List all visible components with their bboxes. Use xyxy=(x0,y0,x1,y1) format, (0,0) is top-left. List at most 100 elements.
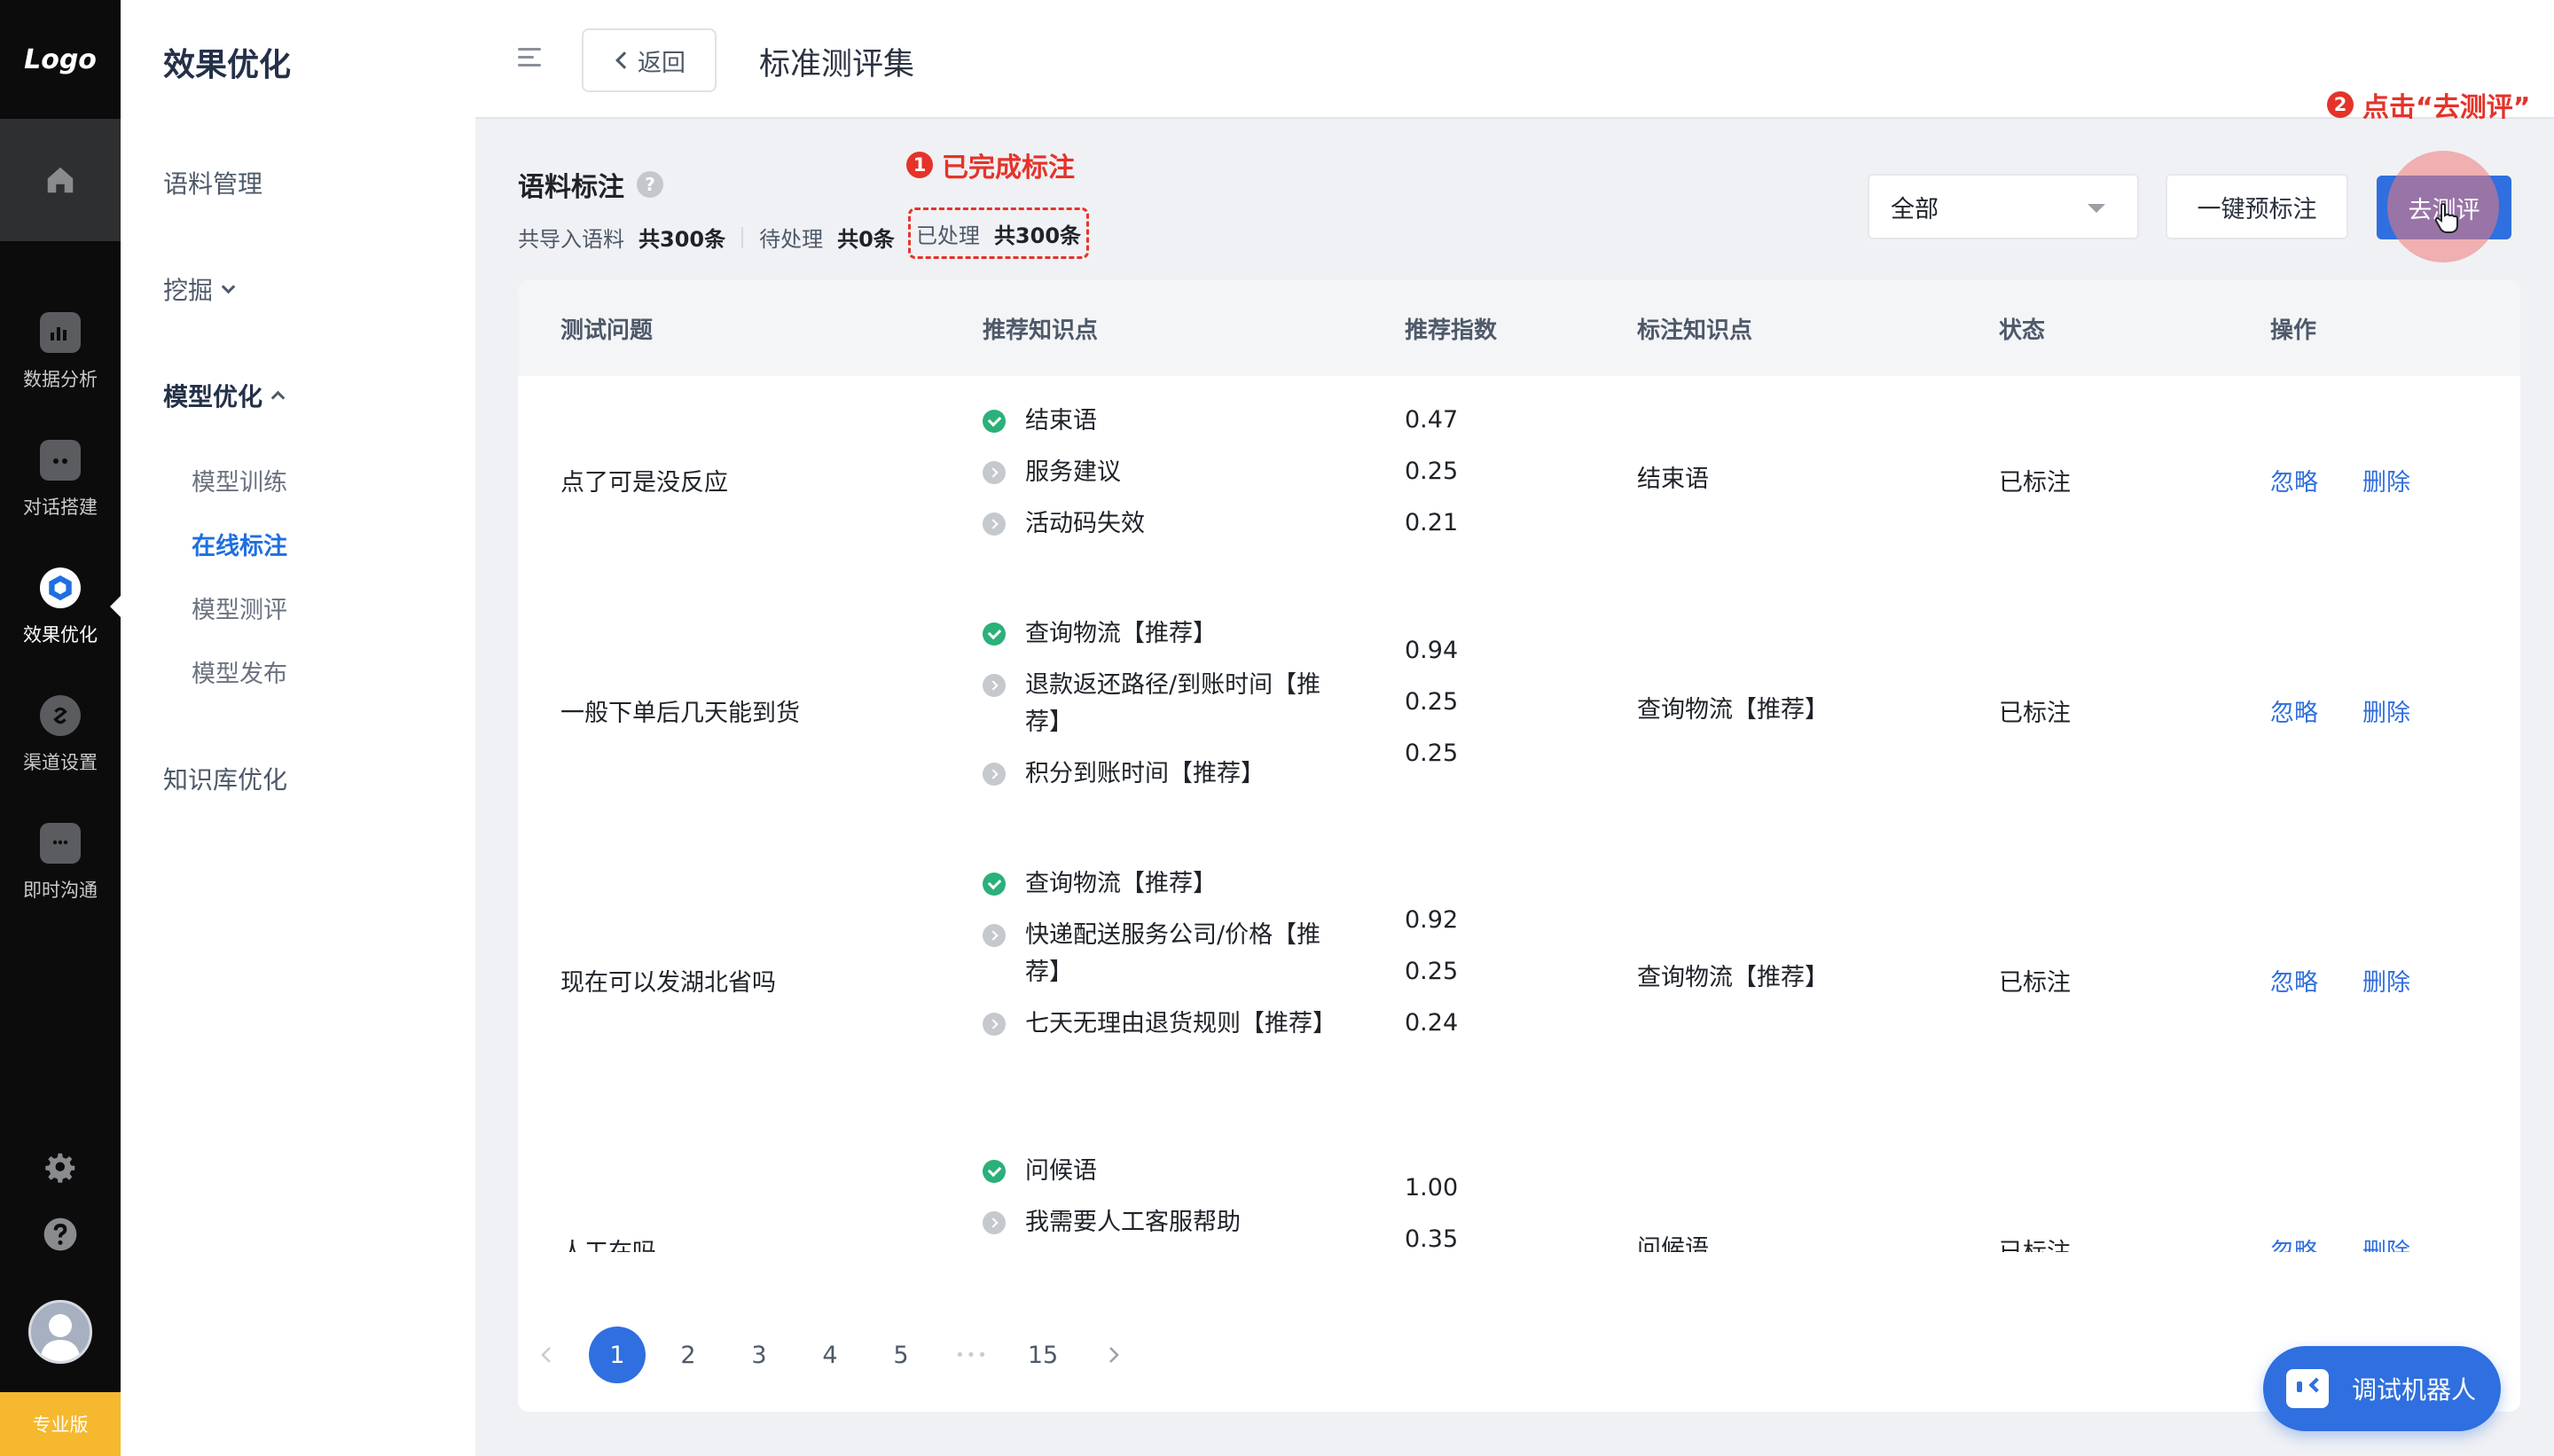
help-button[interactable] xyxy=(43,1217,78,1256)
recommendation-item[interactable]: 积分到账时间【推荐】 xyxy=(983,755,1327,793)
arrow-circle-icon xyxy=(983,674,1006,697)
status-cell: 已标注 xyxy=(1999,700,2071,727)
score-cell: 0.25 xyxy=(1405,458,1459,485)
chevron-down-icon xyxy=(221,279,236,294)
imported-value: 共300条 xyxy=(638,227,726,252)
column-header: 状态 xyxy=(1999,317,2046,344)
ignore-link[interactable]: 忽略 xyxy=(2270,463,2318,497)
rail-item-label: 效果优化 xyxy=(23,624,98,646)
recommendation-item[interactable]: 快递配送服务公司/价格【推荐】 xyxy=(983,917,1327,991)
processed-value: 共300条 xyxy=(993,223,1082,248)
rail-item-data-analysis[interactable]: 数据分析 xyxy=(0,312,121,392)
check-circle-icon xyxy=(983,873,1006,896)
settings-button[interactable] xyxy=(43,1151,78,1190)
cube-icon xyxy=(40,568,81,608)
sidebar-subitem-evaluation[interactable]: 模型测评 xyxy=(192,591,287,625)
pending-label: 待处理 xyxy=(759,227,824,252)
debug-robot-button[interactable]: 调试机器人 xyxy=(2263,1346,2501,1431)
annotation-number: 1 xyxy=(906,152,933,178)
ignore-link[interactable]: 忽略 xyxy=(2270,693,2318,728)
delete-link[interactable]: 删除 xyxy=(2362,463,2410,497)
menu-toggle-icon[interactable] xyxy=(518,48,541,69)
rail-item-optimization[interactable]: 效果优化 xyxy=(0,568,121,647)
question-cell: 点了可是没反应 xyxy=(560,469,728,497)
sidebar-item-label: 挖掘 xyxy=(163,276,214,305)
top-bar: 返回 标准测评集 xyxy=(475,0,2554,119)
chevron-up-icon xyxy=(270,390,286,404)
processed-label: 已处理 xyxy=(915,223,980,248)
sidebar-subitem-release[interactable]: 模型发布 xyxy=(192,654,287,689)
score-cell: 1.00 xyxy=(1405,1174,1459,1202)
sidebar-item-label: 模型优化 xyxy=(163,382,263,411)
divider xyxy=(741,226,744,248)
avatar[interactable] xyxy=(28,1300,92,1364)
page-ellipsis[interactable]: ••• xyxy=(944,1327,1000,1383)
labeled-knowledge-cell: 查询物流【推荐】 xyxy=(1637,964,1829,991)
active-pointer xyxy=(110,596,121,617)
score-cell: 0.47 xyxy=(1405,406,1459,434)
recommendation-item[interactable]: 查询物流【推荐】 xyxy=(983,615,1327,653)
chat-bubble-icon xyxy=(40,823,81,864)
rail-item-label: 数据分析 xyxy=(23,369,98,390)
rail-item-dialog-build[interactable]: 对话搭建 xyxy=(0,440,121,520)
rail-item-channel[interactable]: 渠道设置 xyxy=(0,695,121,775)
question-cell: 一般下单后几天能到货 xyxy=(560,700,800,727)
recommendation-item[interactable]: 活动码失效 xyxy=(983,505,1327,543)
bar-chart-icon xyxy=(40,312,81,353)
home-button[interactable] xyxy=(0,119,121,241)
sidebar-title: 效果优化 xyxy=(163,47,292,83)
delete-link[interactable]: 删除 xyxy=(2362,963,2410,998)
column-header: 推荐知识点 xyxy=(983,317,1099,344)
page-button[interactable]: 3 xyxy=(731,1327,787,1383)
recommendation-item[interactable]: 结束语 xyxy=(983,403,1327,440)
recommendation-item[interactable]: 我需要人工客服帮助 xyxy=(983,1204,1327,1241)
sidebar-subitem-online-labeling[interactable]: 在线标注 xyxy=(192,527,287,561)
robot-chat-icon xyxy=(2286,1369,2329,1408)
rail-item-chat[interactable]: 即时沟通 xyxy=(0,823,121,903)
page-button[interactable]: 4 xyxy=(802,1327,858,1383)
recommendation-text: 积分到账时间【推荐】 xyxy=(1025,760,1265,787)
sidebar-item-model-optimization[interactable]: 模型优化 xyxy=(163,378,286,413)
gear-icon xyxy=(45,1153,75,1183)
recommendation-item[interactable]: 查询物流【推荐】 xyxy=(983,865,1327,903)
recommendation-text: 我需要人工客服帮助 xyxy=(1025,1209,1241,1236)
recommendation-text: 活动码失效 xyxy=(1025,510,1145,537)
processed-stat-highlight: 已处理 共300条 xyxy=(908,207,1089,259)
recommendation-item[interactable]: 服务建议 xyxy=(983,454,1327,491)
score-cell: 0.94 xyxy=(1405,637,1459,664)
prev-page-button[interactable] xyxy=(518,1327,575,1383)
pagination: 1 2 3 4 5 ••• 15 xyxy=(518,1327,1227,1389)
recommendation-text: 七天无理由退货规则【推荐】 xyxy=(1025,1010,1336,1037)
page-button[interactable]: 1 xyxy=(589,1327,646,1383)
page-button[interactable]: 15 xyxy=(1015,1327,1071,1383)
help-icon xyxy=(43,1217,77,1251)
labeling-table-card: 测试问题 推荐知识点 推荐指数 标注知识点 状态 操作 点了可是没反应 结束语 … xyxy=(518,280,2520,1412)
one-click-prelabel-button[interactable]: 一键预标注 xyxy=(2166,174,2348,239)
recommendation-item[interactable]: 七天无理由退货规则【推荐】 xyxy=(983,1006,1336,1043)
annotation-step-2: 2 点击“去测评” xyxy=(2327,85,2530,124)
sidebar-item-mining[interactable]: 挖掘 xyxy=(163,271,236,307)
status-cell: 已标注 xyxy=(1999,969,2071,997)
labeled-knowledge-cell: 查询物流【推荐】 xyxy=(1637,696,1829,724)
chevron-left-icon xyxy=(615,51,633,69)
back-button[interactable]: 返回 xyxy=(582,28,717,92)
delete-link[interactable]: 删除 xyxy=(2362,693,2410,728)
question-cell: 现在可以发湖北省吗 xyxy=(560,969,776,997)
page-button[interactable]: 5 xyxy=(873,1327,929,1383)
sidebar-item-corpus[interactable]: 语料管理 xyxy=(163,165,262,200)
recommendation-item[interactable]: 问候语 xyxy=(983,1153,1327,1190)
sidebar-subitem-training[interactable]: 模型训练 xyxy=(192,463,287,497)
status-filter-select[interactable]: 全部 xyxy=(1868,174,2139,239)
ignore-link[interactable]: 忽略 xyxy=(2270,963,2318,998)
sidebar-item-label: 知识库优化 xyxy=(163,765,288,795)
main-nav-rail: Logo 数据分析 对话搭建 效果优化 渠道设置 即时沟通 专业版 xyxy=(0,0,121,1456)
help-tooltip-icon[interactable]: ? xyxy=(637,171,663,198)
next-page-button[interactable] xyxy=(1085,1327,1142,1383)
arrow-circle-icon xyxy=(983,763,1006,786)
recommendation-item[interactable]: 退款返还路径/到账时间【推荐】 xyxy=(983,667,1327,741)
filter-value: 全部 xyxy=(1891,195,1939,223)
column-header: 操作 xyxy=(2270,317,2317,344)
robot-icon xyxy=(40,440,81,481)
sidebar-item-knowledge-base[interactable]: 知识库优化 xyxy=(163,761,287,796)
page-button[interactable]: 2 xyxy=(660,1327,717,1383)
